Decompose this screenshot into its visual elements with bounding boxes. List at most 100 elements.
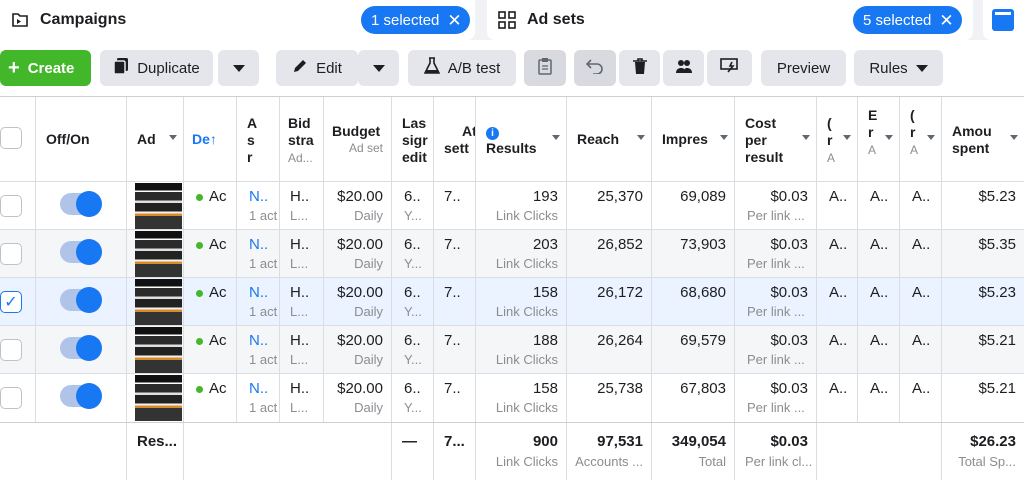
duplicate-dropdown-button[interactable] <box>218 50 259 86</box>
column-header-ad[interactable]: Ad <box>127 97 184 181</box>
column-last-line3: edit <box>402 149 427 165</box>
column-header-reach[interactable]: Reach <box>567 97 652 181</box>
cost-sub: Per link ... <box>747 400 805 415</box>
row-attribution-cell: 7.. <box>434 182 476 230</box>
column-cost-line3: result <box>745 149 784 165</box>
truncated-1-value: A.. <box>829 284 848 301</box>
row-checkbox[interactable] <box>0 339 22 361</box>
row-budget-cell: $20.00 Daily <box>324 230 392 278</box>
delete-button[interactable] <box>619 50 660 86</box>
totals-last-edit-cell: — <box>392 423 434 480</box>
totals-reach-sub: Accounts ... <box>575 454 643 469</box>
row-results-cell: 158 Link Clicks <box>476 374 567 422</box>
clear-selection-icon[interactable]: ✕ <box>939 12 953 29</box>
row-checkbox[interactable] <box>0 243 22 265</box>
row-last-edit-cell: 6.. Y... <box>392 230 434 278</box>
row-truncated-1-cell: A.. <box>817 230 858 278</box>
adset-link[interactable]: N.. <box>249 188 279 205</box>
row-truncated-2-cell: A.. <box>858 182 900 230</box>
tab-adsets[interactable]: Ad sets 5 selected ✕ <box>487 0 973 40</box>
truncated-2-value: A.. <box>870 332 889 349</box>
row-last-edit-cell: 6.. Y... <box>392 278 434 326</box>
info-icon[interactable]: i <box>486 127 499 140</box>
table-row[interactable]: Ac N.. 1 act H.. L... $20.00 Daily 6.. Y… <box>0 325 1024 374</box>
row-checkbox[interactable]: ✓ <box>0 291 22 313</box>
last-edit-sub: Y... <box>404 400 422 415</box>
truncated-1-value: A.. <box>829 188 848 205</box>
on-off-toggle[interactable] <box>60 191 102 217</box>
ad-thumbnail[interactable] <box>135 375 182 421</box>
results-sub: Link Clicks <box>495 256 558 271</box>
preview-button[interactable]: Preview <box>761 50 846 86</box>
edit-dropdown-button[interactable] <box>358 50 399 86</box>
tab-campaigns[interactable]: Campaigns 1 selected ✕ <box>0 0 475 40</box>
budget-sub: Daily <box>354 256 383 271</box>
row-adset-cell: N.. 1 act <box>237 230 280 278</box>
tab-ads[interactable] <box>983 0 1024 40</box>
on-off-toggle[interactable] <box>60 287 102 313</box>
row-checkbox[interactable] <box>0 195 22 217</box>
table-row[interactable]: Ac N.. 1 act H.. L... $20.00 Daily 6.. Y… <box>0 181 1024 230</box>
bid-strategy: H.. <box>290 332 310 349</box>
row-checkbox[interactable] <box>0 387 22 409</box>
totals-attribution-cell: 7... <box>434 423 476 480</box>
column-header-impressions[interactable]: Impres <box>652 97 735 181</box>
adset-link[interactable]: N.. <box>249 332 279 349</box>
column-header-budget[interactable]: Budget Ad set <box>324 97 392 181</box>
column-header-attribution-setting[interactable]: Att sett <box>434 97 476 181</box>
column-header-last-significant-edit[interactable]: Las sigr edit <box>392 97 434 181</box>
on-off-toggle[interactable] <box>60 239 102 265</box>
top-bar: Campaigns 1 selected ✕ Ad sets 5 selecte… <box>0 0 1024 40</box>
clipboard-button[interactable] <box>524 50 566 86</box>
column-header-amount-spent[interactable]: Amou spent <box>942 97 1024 181</box>
on-off-toggle[interactable] <box>60 383 102 409</box>
adset-link[interactable]: N.. <box>249 236 279 253</box>
create-button[interactable]: + Create <box>0 50 91 86</box>
table-row[interactable]: Ac N.. 1 act H.. L... $20.00 Daily 6.. Y… <box>0 373 1024 422</box>
bid-strategy-sub: L... <box>290 304 309 319</box>
truncated-3-value: A.. <box>912 284 931 301</box>
column-header-truncated-2[interactable]: E r A <box>858 97 900 181</box>
column-header-truncated-3[interactable]: ( r A <box>900 97 942 181</box>
duplicate-button[interactable]: Duplicate <box>100 50 213 86</box>
plus-icon: + <box>8 57 20 79</box>
results-value: 158 <box>532 284 558 301</box>
table-row[interactable]: Ac N.. 1 act H.. L... $20.00 Daily 6.. Y… <box>0 229 1024 278</box>
ab-test-button[interactable]: A/B test <box>408 50 516 86</box>
adsets-selected-badge[interactable]: 5 selected ✕ <box>853 6 962 34</box>
select-all-checkbox[interactable] <box>0 127 22 149</box>
row-results-cell: 193 Link Clicks <box>476 182 567 230</box>
adset-link[interactable]: N.. <box>249 380 279 397</box>
column-header-cost-per-result[interactable]: Cost per result <box>735 97 817 181</box>
column-header-delivery[interactable]: De↑ <box>184 97 237 181</box>
row-delivery-cell: Ac <box>184 278 237 326</box>
column-header-results[interactable]: i Results <box>476 97 567 181</box>
table-row[interactable]: ✓ Ac N.. 1 act H.. L... $20.00 Daily 6..… <box>0 277 1024 326</box>
export-button[interactable] <box>707 50 752 86</box>
on-off-toggle[interactable] <box>60 335 102 361</box>
edit-button[interactable]: Edit <box>276 50 358 86</box>
undo-button[interactable] <box>574 50 616 86</box>
campaigns-selected-badge[interactable]: 1 selected ✕ <box>361 6 470 34</box>
rules-button[interactable]: Rules <box>854 50 943 86</box>
totals-results: 900 <box>532 433 558 450</box>
sort-caret-icon <box>552 135 560 140</box>
ad-thumbnail[interactable] <box>135 279 182 325</box>
adset-link[interactable]: N.. <box>249 284 279 301</box>
budget-value: $20.00 <box>337 380 383 397</box>
truncated-1-value: A.. <box>829 332 848 349</box>
ad-thumbnail[interactable] <box>135 231 182 277</box>
last-edit-sub: Y... <box>404 256 422 271</box>
folder-icon <box>10 10 30 30</box>
audience-button[interactable] <box>663 50 704 86</box>
column-offon-label: Off/On <box>46 131 90 147</box>
ad-thumbnail[interactable] <box>135 327 182 373</box>
clear-selection-icon[interactable]: ✕ <box>447 12 461 29</box>
column-header-bid-strategy[interactable]: Bid stra Ad... <box>280 97 324 181</box>
ad-thumbnail[interactable] <box>135 183 182 229</box>
row-truncated-2-cell: A.. <box>858 230 900 278</box>
column-header-adset[interactable]: A s r <box>237 97 280 181</box>
column-results-label: Results <box>486 140 537 156</box>
column-header-truncated-1[interactable]: ( r A <box>817 97 858 181</box>
column-header-offon[interactable]: Off/On <box>36 97 127 181</box>
